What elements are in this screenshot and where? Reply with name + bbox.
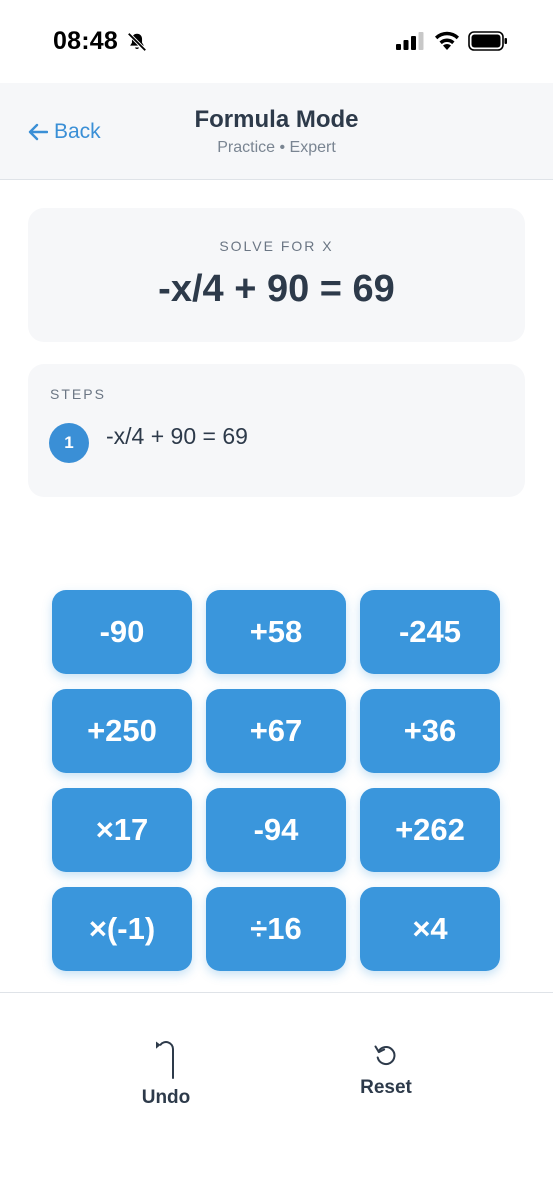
nav-header: Back Formula Mode Practice • Expert (0, 83, 553, 180)
page-subtitle: Practice • Expert (217, 139, 336, 156)
reset-icon (374, 1045, 396, 1066)
key-button[interactable]: ÷16 (206, 887, 346, 971)
problem-card: SOLVE FOR X -x/4 + 90 = 69 (28, 208, 525, 342)
page-title: Formula Mode (194, 106, 359, 133)
battery-icon (468, 31, 507, 51)
bell-slash-icon (127, 32, 147, 52)
reset-label: Reset (360, 1077, 412, 1098)
key-button[interactable]: +58 (206, 590, 346, 674)
steps-label: STEPS (50, 386, 106, 402)
step-number-badge: 1 (49, 423, 89, 463)
key-button[interactable]: +67 (206, 689, 346, 773)
step-text: -x/4 + 90 = 69 (106, 422, 248, 449)
key-button[interactable]: -94 (206, 788, 346, 872)
key-button[interactable]: +262 (360, 788, 500, 872)
signal-icon (396, 32, 424, 50)
step-item: 1 -x/4 + 90 = 69 (49, 423, 248, 463)
key-button[interactable]: ×4 (360, 887, 500, 971)
undo-icon (156, 1041, 174, 1079)
undo-label: Undo (141, 1087, 191, 1108)
wifi-icon (435, 31, 459, 50)
problem-label: SOLVE FOR X (219, 238, 334, 254)
status-time: 08:48 (53, 27, 118, 55)
key-button[interactable]: +36 (360, 689, 500, 773)
key-button[interactable]: ×17 (52, 788, 192, 872)
app-screen: 08:48 Back Formula Mode Practice • Exper… (0, 0, 553, 1200)
key-button[interactable]: ×(-1) (52, 887, 192, 971)
undo-button[interactable]: Undo (116, 1037, 216, 1109)
reset-button[interactable]: Reset (336, 1041, 436, 1099)
key-button[interactable]: +250 (52, 689, 192, 773)
status-bar: 08:48 (0, 0, 553, 83)
problem-equation: -x/4 + 90 = 69 (158, 268, 395, 310)
bottom-toolbar: Undo Reset (0, 992, 553, 1200)
operation-keypad: -90 +58 -245 +250 +67 +36 ×17 -94 +262 ×… (52, 590, 502, 971)
steps-card: STEPS 1 -x/4 + 90 = 69 (28, 364, 525, 497)
key-button[interactable]: -90 (52, 590, 192, 674)
key-button[interactable]: -245 (360, 590, 500, 674)
